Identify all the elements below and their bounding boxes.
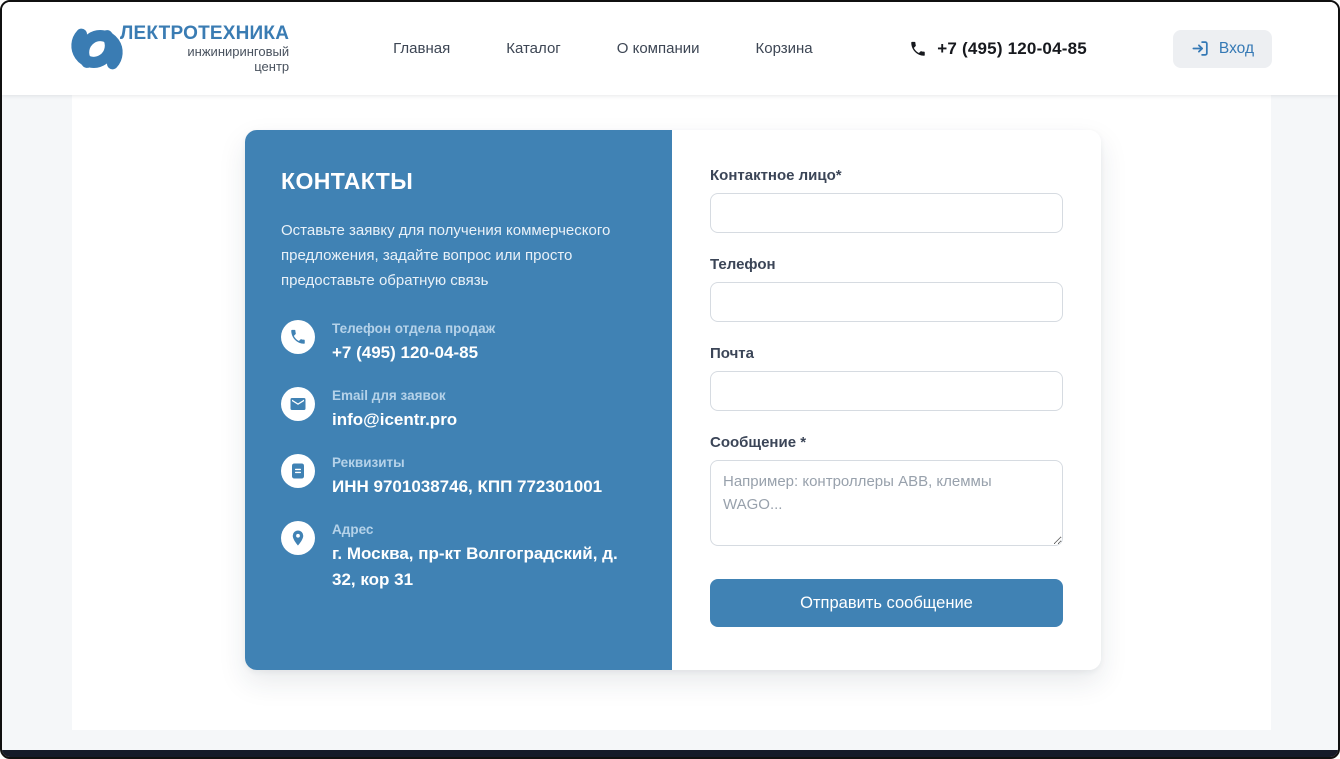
- nav-item-catalog[interactable]: Каталог: [506, 40, 561, 57]
- contact-requisites-value: ИНН 9701038746, КПП 772301001: [332, 477, 603, 496]
- contacts-description: Оставьте заявку для получения коммерческ…: [281, 222, 611, 289]
- contact-item-text: Email для заявок info@icentr.pro: [332, 387, 457, 433]
- contacts-title: КОНТАКТЫ: [281, 168, 414, 194]
- logo-subtitle-line2: центр: [254, 58, 290, 74]
- contacts-info-pane: КОНТАКТЫ Оставьте заявку для получения к…: [245, 130, 672, 670]
- content-panel: КОНТАКТЫ Оставьте заявку для получения к…: [72, 95, 1271, 730]
- footer-bar: [2, 750, 1338, 757]
- contact-item-email: Email для заявок info@icentr.pro: [281, 387, 636, 433]
- contact-phone-value[interactable]: +7 (495) 120-04-85: [332, 340, 495, 366]
- contact-item-label: Реквизиты: [332, 455, 405, 470]
- nav-item-about[interactable]: О компании: [617, 40, 700, 57]
- contact-item-requisites: Реквизиты ИНН 9701038746, КПП 772301001: [281, 454, 636, 500]
- contact-address-value: г. Москва, пр-кт Волгоградский, д. 32, к…: [332, 544, 618, 589]
- contact-item-text: Адрес г. Москва, пр-кт Волгоградский, д.…: [332, 521, 636, 593]
- document-icon: [281, 454, 315, 488]
- logo-title: ЛЕКТРОТЕХНИКА: [120, 22, 290, 44]
- contact-item-phone: Телефон отдела продаж +7 (495) 120-04-85: [281, 320, 636, 366]
- contact-item-text: Телефон отдела продаж +7 (495) 120-04-85: [332, 320, 495, 366]
- email-icon: [281, 387, 315, 421]
- login-icon: [1192, 41, 1208, 56]
- site-header: ЛЕКТРОТЕХНИКА инжиниринговый центр Главн…: [2, 2, 1338, 95]
- contact-person-label: Контактное лицо*: [710, 167, 842, 184]
- contact-item-address: Адрес г. Москва, пр-кт Волгоградский, д.…: [281, 521, 636, 593]
- message-label: Сообщение *: [710, 434, 807, 451]
- contact-item-label: Адрес: [332, 522, 374, 537]
- submit-button[interactable]: Отправить сообщение: [710, 579, 1063, 627]
- email-input[interactable]: [710, 371, 1063, 411]
- header-phone-number: +7 (495) 120-04-85: [937, 38, 1087, 58]
- contact-item-text: Реквизиты ИНН 9701038746, КПП 772301001: [332, 454, 602, 500]
- phone-label: Телефон: [710, 256, 776, 273]
- logo-subtitle-line1: инжиниринговый: [187, 43, 290, 59]
- logo-text: ЛЕКТРОТЕХНИКА инжиниринговый центр: [120, 22, 290, 74]
- contact-form: Контактное лицо* Телефон Почта Сообщение…: [672, 130, 1101, 670]
- contact-item-label: Телефон отдела продаж: [332, 321, 496, 336]
- logo-mark-icon: [71, 22, 123, 75]
- contact-email-value[interactable]: info@icentr.pro: [332, 407, 457, 433]
- phone-icon: [281, 320, 315, 354]
- login-button[interactable]: Вход: [1172, 29, 1272, 68]
- contacts-card: КОНТАКТЫ Оставьте заявку для получения к…: [245, 130, 1101, 670]
- message-textarea[interactable]: [710, 460, 1063, 546]
- contact-item-label: Email для заявок: [332, 388, 446, 403]
- nav-item-home[interactable]: Главная: [393, 40, 450, 57]
- phone-input[interactable]: [710, 282, 1063, 322]
- email-label: Почта: [710, 345, 754, 362]
- header-phone-link[interactable]: +7 (495) 120-04-85: [909, 39, 1087, 59]
- page-body: КОНТАКТЫ Оставьте заявку для получения к…: [2, 95, 1338, 757]
- location-icon: [281, 521, 315, 555]
- login-button-label: Вход: [1218, 39, 1254, 57]
- page-frame: ЛЕКТРОТЕХНИКА инжиниринговый центр Главн…: [0, 0, 1340, 759]
- contact-person-input[interactable]: [710, 193, 1063, 233]
- phone-icon: [911, 41, 926, 56]
- logo[interactable]: ЛЕКТРОТЕХНИКА инжиниринговый центр: [68, 20, 289, 78]
- main-nav: Главная Каталог О компании Корзина: [393, 40, 813, 57]
- nav-item-cart[interactable]: Корзина: [756, 40, 813, 57]
